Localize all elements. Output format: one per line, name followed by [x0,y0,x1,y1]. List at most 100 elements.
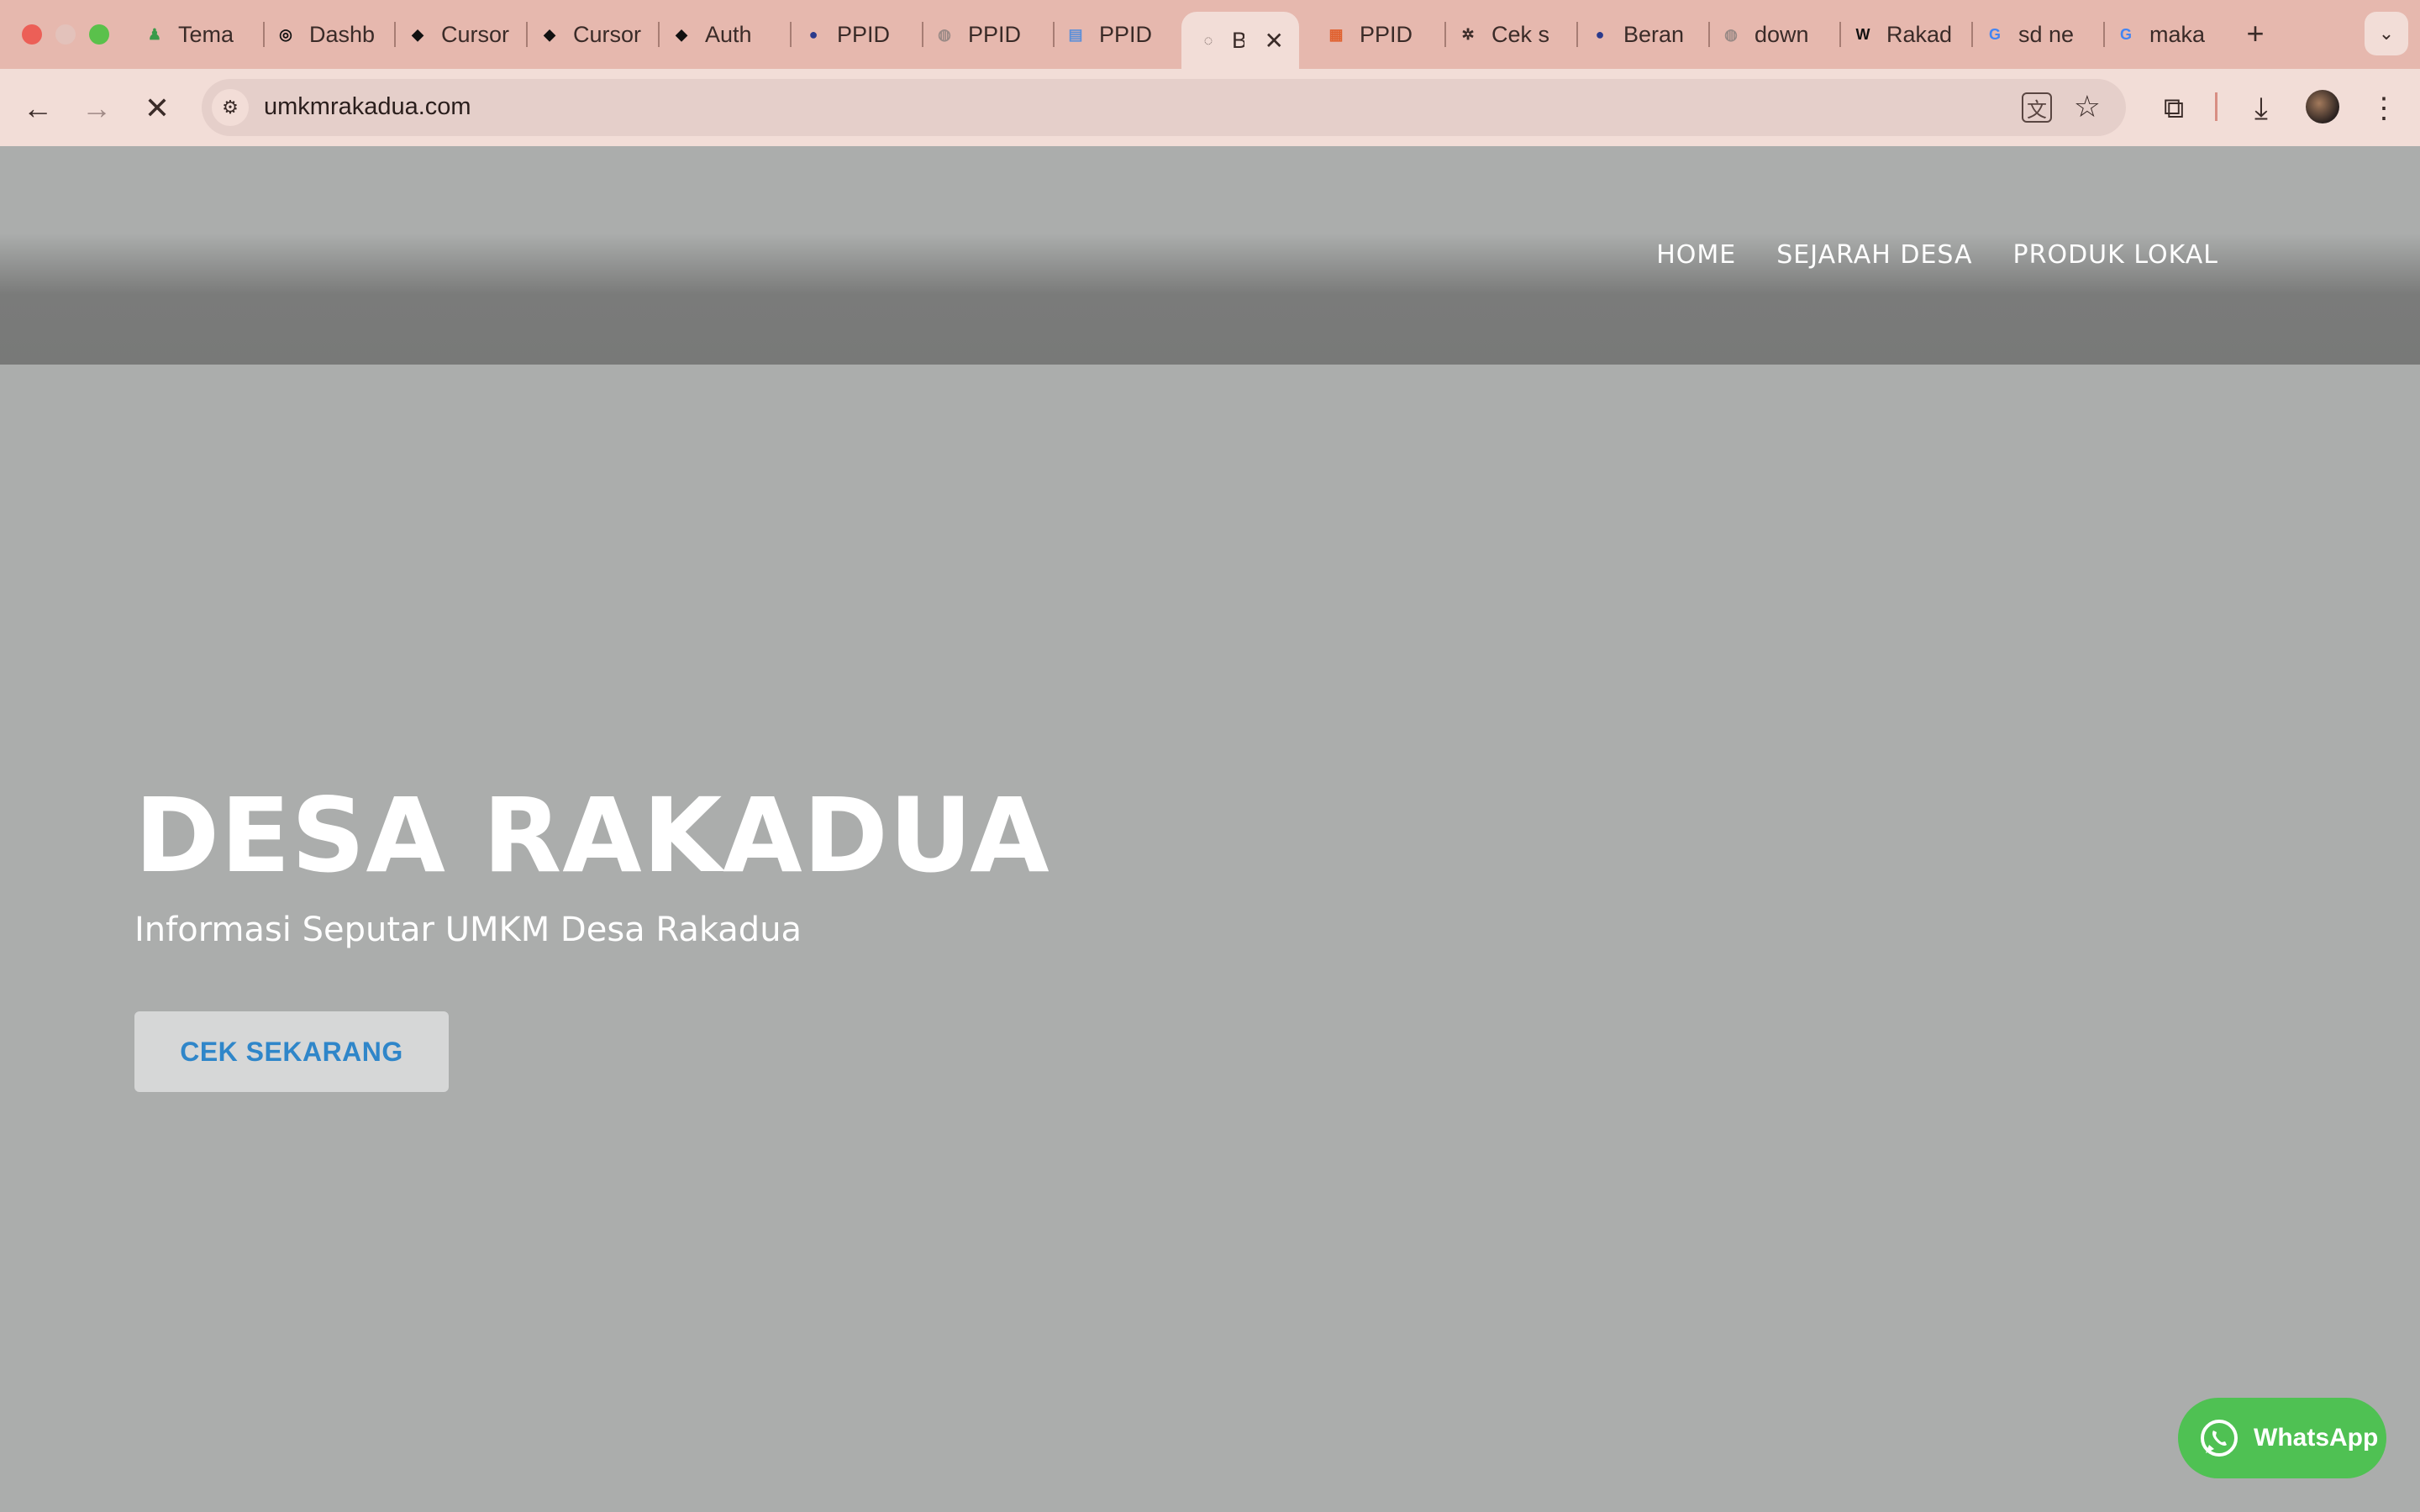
translate-icon[interactable]: 文 [2022,92,2052,123]
url-text[interactable]: umkmrakadua.com [264,93,471,121]
loading-icon: ◌ [1203,31,1213,49]
minimize-window-button[interactable] [55,24,76,45]
browser-tab[interactable]: ● PPID [802,13,911,55]
close-tab-icon[interactable]: ✕ [1265,27,1284,55]
browser-tab[interactable]: ◍ PPID [933,13,1042,55]
tab-title: Cursor [573,21,642,47]
toolbar-divider [2215,92,2217,121]
ppid-seal-icon: ● [1595,25,1605,43]
ppid-doc-icon: ▤ [1068,25,1083,43]
tab-title: PPID [968,21,1022,47]
tab-separator [263,22,265,47]
more-vertical-icon: ⋮ [2370,92,2398,124]
tab-title: Dashb [309,21,376,47]
browser-tab[interactable]: ◍ down [1719,13,1828,55]
grid-icon: ▦ [1328,25,1344,43]
wikipedia-icon: W [1855,25,1870,43]
browser-tab[interactable]: W Rakad [1851,13,1960,55]
extensions-button[interactable]: ⧉ [2154,89,2193,128]
stop-loading-button[interactable]: ✕ [138,89,176,128]
puzzle-icon: ⧉ [2163,92,2185,124]
whatsapp-button[interactable]: WhatsApp [2178,1398,2386,1478]
tab-separator [790,22,792,47]
dashboard-icon: ◎ [279,25,292,43]
downloads-button[interactable]: ⤓ [2242,89,2281,128]
tab-separator [394,22,396,47]
tab-separator [1839,22,1841,47]
tab-title: sd ne [2018,21,2075,47]
whatsapp-label: WhatsApp [2254,1424,2379,1452]
tab-title: Cursor [441,21,510,47]
pawn-icon: ♟ [147,25,162,43]
site-header: HOME SEJARAH DESA PRODUK LOKAL [0,146,2420,365]
google-icon: G [2119,25,2132,43]
tab-separator [1708,22,1710,47]
browser-tab[interactable]: ◎ Dashb [274,13,383,55]
tab-title: Rakad [1886,21,1953,47]
back-button[interactable]: ← [18,89,57,128]
arrow-right-icon: → [82,91,112,125]
browser-tab[interactable]: ♟ Tema [143,13,252,55]
profile-avatar[interactable] [2306,90,2339,123]
cek-sekarang-button[interactable]: CEK SEKARANG [134,1011,449,1092]
tab-separator [658,22,660,47]
tab-separator [526,22,528,47]
cursor-icon: ◆ [412,25,424,43]
chevron-down-icon: ⌄ [2378,23,2395,44]
cursor-icon: ◆ [544,25,555,43]
browser-tab[interactable]: Gmaka [2114,13,2223,55]
openai-icon: ✲ [1461,25,1475,43]
tab-title: maka [2149,21,2206,47]
bookmark-star-icon[interactable]: ☆ [2074,89,2101,124]
browser-tab[interactable]: ◆ Auth [670,13,779,55]
tab-title: Cek s [1491,21,1550,47]
forward-button[interactable]: → [77,89,116,128]
google-icon: G [1988,25,2001,43]
browser-tab[interactable]: ◆ Cursor [538,13,647,55]
tab-separator [1053,22,1055,47]
browser-tab[interactable]: ◆ Cursor [406,13,515,55]
tab-separator [922,22,923,47]
nav-home[interactable]: HOME [1656,240,1736,270]
arrow-left-icon: ← [23,91,53,125]
address-bar[interactable]: ⚙ umkmrakadua.com 文 ☆ [202,79,2126,136]
globe-icon: ◍ [1724,25,1738,43]
browser-toolbar: ← → ✕ ⚙ umkmrakadua.com 文 ☆ ⧉ ⤓ ⋮ [0,69,2420,146]
menu-button[interactable]: ⋮ [2365,89,2403,128]
tab-title: Beran [1623,21,1685,47]
browser-tab[interactable]: Gsd ne [1983,13,2092,55]
tab-separator [1971,22,1973,47]
globe-icon: ◍ [938,25,951,43]
tab-separator [1444,22,1446,47]
site-info-icon[interactable]: ⚙ [212,89,249,126]
tab-title: B [1232,27,1244,53]
tab-title: down [1754,21,1809,47]
tab-title: PPID [1360,21,1413,47]
close-icon: ✕ [144,91,171,125]
site-nav: HOME SEJARAH DESA PRODUK LOKAL [1656,240,2218,270]
browser-chrome: ♟ Tema ◎ Dashb ◆ Cursor ◆ Cursor ◆ Auth ● PPID ◍ PPID… [0,0,2420,146]
ppid-seal-icon: ● [808,25,818,43]
browser-tab[interactable]: ● Beran [1588,13,1697,55]
tab-title: Auth [705,21,752,47]
web-page: HOME SEJARAH DESA PRODUK LOKAL DESA RAKA… [0,146,2420,1512]
fullscreen-window-button[interactable] [89,24,109,45]
hero-title: DESA RAKADUA [134,776,1050,895]
nav-sejarah-desa[interactable]: SEJARAH DESA [1776,240,1972,270]
nav-produk-lokal[interactable]: PRODUK LOKAL [2013,240,2218,270]
browser-tab[interactable]: ▦ PPID [1324,13,1434,55]
new-tab-button[interactable]: + [2235,13,2275,54]
tab-separator [2103,22,2105,47]
tab-title: PPID [837,21,891,47]
browser-tab[interactable]: ▤ PPID [1064,13,1173,55]
close-window-button[interactable] [22,24,42,45]
browser-tab[interactable]: ◌ B ✕ [1181,12,1299,69]
whatsapp-icon [2201,1420,2238,1457]
tab-separator [1576,22,1578,47]
cursor-icon: ◆ [676,25,687,43]
tab-title: PPID [1099,21,1153,47]
tab-strip: ♟ Tema ◎ Dashb ◆ Cursor ◆ Cursor ◆ Auth ● PPID ◍ PPID… [0,0,2420,69]
tab-search-button[interactable]: ⌄ [2365,12,2408,55]
tab-title: Tema [178,21,234,47]
browser-tab[interactable]: ✲ Cek s [1456,13,1565,55]
